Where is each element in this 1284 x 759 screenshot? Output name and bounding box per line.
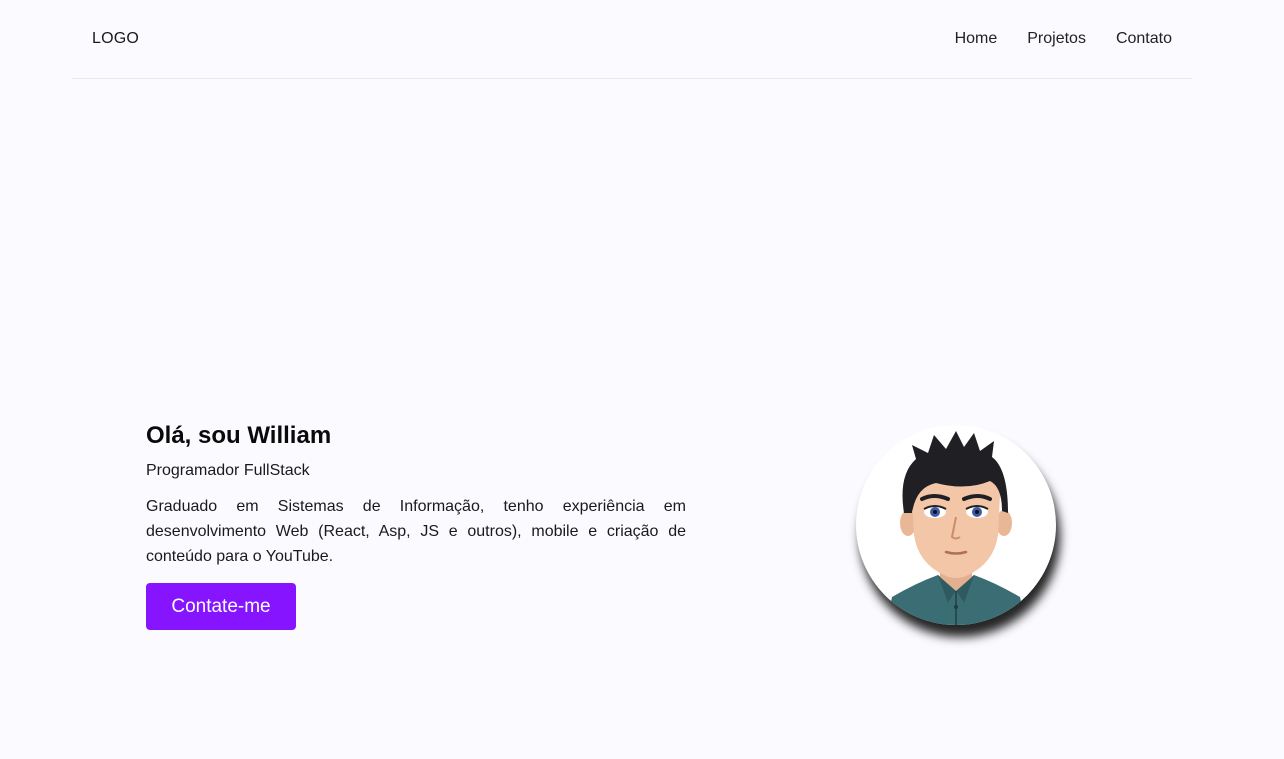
hero-description: Graduado em Sistemas de Informação, tenh… (146, 498, 686, 565)
nav-links: Home Projetos Contato (955, 30, 1172, 48)
nav-link-home[interactable]: Home (955, 30, 998, 48)
hero-title: Olá, sou William (146, 422, 332, 449)
hero-subtitle: Programador FullStack (146, 462, 310, 479)
nav-link-contato[interactable]: Contato (1116, 30, 1172, 48)
nav-link-projetos[interactable]: Projetos (1027, 30, 1086, 48)
page: LOGO Home Projetos Contato Olá, sou Will… (0, 0, 1284, 759)
navbar: LOGO Home Projetos Contato (72, 0, 1192, 79)
hero-section: Olá, sou William Programador FullStack G… (146, 420, 686, 569)
cartoon-avatar-icon (886, 431, 1026, 625)
contact-button[interactable]: Contate-me (146, 583, 296, 630)
avatar (856, 425, 1056, 625)
logo-link[interactable]: LOGO (92, 30, 139, 48)
